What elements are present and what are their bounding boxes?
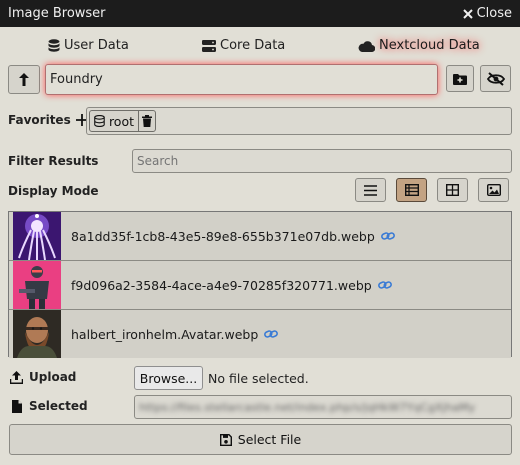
close-label: Close <box>476 6 512 21</box>
cloud-icon <box>358 40 375 52</box>
database-icon <box>94 115 105 127</box>
close-button[interactable]: Close <box>462 6 512 21</box>
select-file-label: Select File <box>237 432 302 447</box>
table-list-icon <box>404 184 419 196</box>
favorites-row: Favorites <box>8 113 88 127</box>
path-value: Foundry <box>50 72 103 87</box>
eye-slash-icon <box>486 71 505 86</box>
tab-user-data-label: User Data <box>64 38 129 53</box>
image-icon <box>486 184 501 196</box>
file-status: No file selected. <box>208 371 309 386</box>
link-icon <box>377 281 392 289</box>
display-mode-tiles-button[interactable] <box>437 178 468 202</box>
remove-favorite-button[interactable] <box>138 111 155 131</box>
source-tabs: User Data Core Data Nextcloud Data <box>0 38 520 60</box>
database-icon <box>48 39 60 52</box>
file-thumbnail <box>13 261 61 309</box>
copy-link-button[interactable] <box>264 329 279 339</box>
file-row[interactable]: f9d096a2-3584-4ace-a4e9-70285f320771.web… <box>9 261 511 310</box>
display-mode-list-button[interactable] <box>355 178 386 202</box>
favorites-container: root <box>86 107 512 135</box>
search-input[interactable] <box>133 150 511 172</box>
level-up-icon <box>19 73 29 86</box>
select-file-button[interactable]: Select File <box>9 424 512 455</box>
image-browser-window: Image Browser Close User Data Core Data … <box>0 0 520 465</box>
file-name: 8a1dd35f-1cb8-43e5-89e8-655b371e07db.web… <box>71 228 375 244</box>
create-folder-button[interactable] <box>446 65 474 92</box>
favorites-label: Favorites <box>8 113 71 127</box>
file-row[interactable]: halbert_ironhelm.Avatar.webp <box>9 310 511 358</box>
file-icon <box>12 399 22 413</box>
tab-nextcloud-data[interactable]: Nextcloud Data <box>358 38 480 53</box>
upload-icon <box>10 370 23 384</box>
grid-icon <box>446 184 459 196</box>
tab-nextcloud-data-label: Nextcloud Data <box>379 38 480 53</box>
window-title: Image Browser <box>8 6 106 21</box>
filter-label: Filter Results <box>8 154 99 168</box>
display-mode-details-button[interactable] <box>396 178 427 202</box>
parent-directory-button[interactable] <box>8 65 40 94</box>
upload-label: Upload <box>29 370 77 384</box>
browse-button[interactable]: Browse... <box>134 366 203 390</box>
link-icon <box>264 330 279 338</box>
selected-row: Selected <box>12 399 88 413</box>
file-thumbnail <box>13 310 61 358</box>
selected-label: Selected <box>29 399 88 413</box>
close-icon <box>462 8 473 19</box>
tab-core-data-label: Core Data <box>220 38 286 53</box>
list-icon <box>364 184 377 196</box>
window-titlebar: Image Browser Close <box>0 0 520 27</box>
file-list: 8a1dd35f-1cb8-43e5-89e8-655b371e07db.web… <box>8 211 512 358</box>
selected-input[interactable]: https://files.stellarcastle.net/index.ph… <box>134 395 512 419</box>
file-row[interactable]: 8a1dd35f-1cb8-43e5-89e8-655b371e07db.web… <box>9 212 511 261</box>
server-icon <box>202 39 216 52</box>
trash-icon <box>142 115 152 127</box>
save-icon <box>219 433 232 446</box>
copy-link-button[interactable] <box>377 280 392 290</box>
link-icon <box>380 232 395 240</box>
folder-plus-icon <box>453 73 467 85</box>
favorite-item-label: root <box>108 113 134 129</box>
tab-user-data[interactable]: User Data <box>48 38 129 53</box>
selected-value: https://files.stellarcastle.net/index.ph… <box>139 400 476 414</box>
filter-input-wrap <box>132 149 512 173</box>
file-thumbnail <box>13 212 61 260</box>
tab-core-data[interactable]: Core Data <box>202 38 285 53</box>
toggle-privacy-button[interactable] <box>480 65 511 92</box>
copy-link-button[interactable] <box>380 231 395 241</box>
browse-label: Browse... <box>139 370 198 386</box>
file-name: f9d096a2-3584-4ace-a4e9-70285f320771.web… <box>71 277 372 293</box>
display-mode-images-button[interactable] <box>478 178 509 202</box>
favorite-item[interactable]: root <box>89 110 156 132</box>
path-input[interactable]: Foundry <box>45 64 438 95</box>
file-name: halbert_ironhelm.Avatar.webp <box>71 326 259 342</box>
display-mode-label: Display Mode <box>8 184 99 198</box>
upload-row: Upload <box>10 370 76 384</box>
